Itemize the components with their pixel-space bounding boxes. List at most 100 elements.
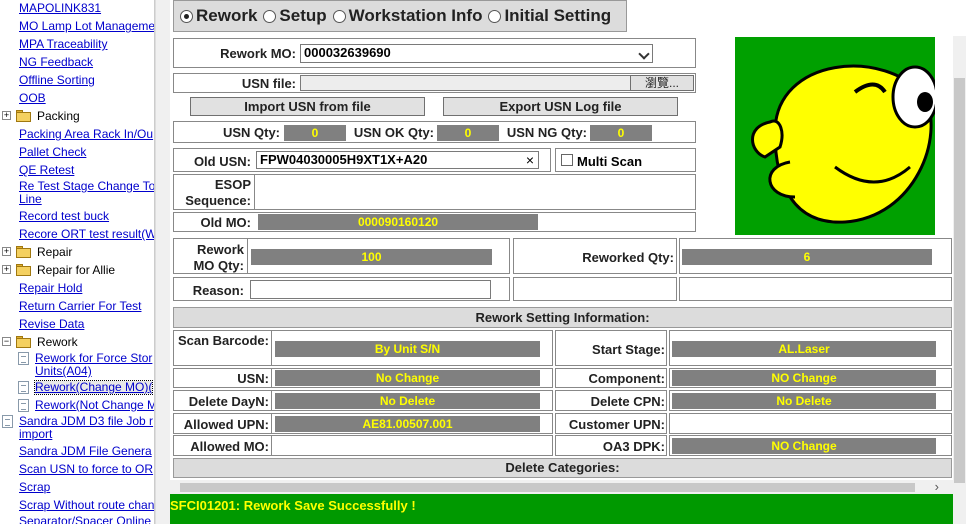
tree-item-mpa-traceability[interactable]: MPA Traceability — [19, 38, 107, 51]
scrollbar-thumb[interactable] — [180, 483, 915, 492]
mode-rework-radio[interactable]: Rework — [180, 6, 257, 26]
tree-folder-label: Rework — [37, 335, 78, 349]
tree-folder-repair[interactable]: + Repair — [0, 246, 154, 260]
tree-link[interactable]: Recore ORT test result(W — [19, 227, 154, 241]
old-mo-row: Old MO: 000090160120 — [173, 212, 696, 232]
radio-icon[interactable] — [332, 9, 346, 23]
multi-scan-checkbox[interactable] — [561, 154, 573, 166]
tree-folder-packing[interactable]: + Packing — [0, 110, 154, 124]
tree-item-sandra-jdm-d3[interactable]: Sandra JDM D3 file Job r import — [0, 415, 154, 443]
mode-workstation-radio[interactable]: Workstation Info — [332, 6, 482, 26]
tree-item-pallet-check[interactable]: Pallet Check — [19, 146, 86, 159]
tree-item-rework-change-mo[interactable]: Rework(Change MO)( — [0, 380, 154, 395]
frame-splitter[interactable] — [155, 0, 170, 524]
tree-link[interactable]: Rework for Force Stor Units(A04) — [35, 352, 154, 378]
mode-selector: Rework Setup Workstation Info Initial Se… — [173, 0, 627, 32]
tree-item-repair-hold[interactable]: Repair Hold — [19, 282, 82, 295]
tree-link[interactable]: Scrap Without route chan — [19, 498, 154, 512]
tree-item-separator-spacer[interactable]: Separator/Spacer Online — [19, 515, 151, 524]
old-usn-input[interactable]: FPW04030005H9XT1X+A20 × — [256, 151, 539, 169]
tree-item-recore-ort[interactable]: Recore ORT test result(W — [19, 227, 154, 241]
rework-mo-select[interactable]: 000032639690 — [300, 44, 653, 63]
tree-link[interactable]: MO Lamp Lot Manageme — [19, 19, 154, 33]
tree-link[interactable]: Scan USN to force to OR — [19, 462, 153, 476]
expand-icon[interactable]: + — [2, 265, 11, 274]
tree-item-ng-feedback[interactable]: NG Feedback — [19, 56, 93, 69]
reason-label: Reason: — [192, 283, 244, 298]
tree-item-scan-usn[interactable]: Scan USN to force to OR — [19, 463, 153, 476]
tree-item-offline-sorting[interactable]: Offline Sorting — [19, 74, 95, 87]
usn-file-label: USN file: — [241, 76, 296, 91]
mode-label: Setup — [279, 6, 327, 25]
tree-item-mapolink831[interactable]: MAPOLINK831 — [19, 2, 101, 15]
tree-item-qe-retest[interactable]: QE Retest — [19, 164, 74, 177]
reworked-qty-value: 6 — [682, 249, 932, 265]
radio-icon[interactable] — [263, 9, 277, 23]
tree-link[interactable]: Rework(Not Change M — [35, 399, 154, 412]
rework-mo-qty-value: 100 — [251, 249, 492, 265]
tree-item-packing-rack[interactable]: Packing Area Rack In/Ou — [19, 128, 153, 141]
tree-item-mo-lamp[interactable]: MO Lamp Lot Manageme — [19, 19, 154, 33]
tree-item-record-test-buck[interactable]: Record test buck — [19, 210, 109, 223]
tree-item-return-carrier[interactable]: Return Carrier For Test — [19, 300, 141, 313]
radio-checked-icon[interactable] — [180, 9, 193, 23]
start-stage-label-cell: Start Stage: — [555, 330, 667, 366]
scroll-right-arrow-icon[interactable]: › — [935, 479, 939, 494]
tree-link[interactable]: MAPOLINK831 — [19, 1, 101, 15]
delete-cpn-value: No Delete — [672, 393, 936, 409]
tree-item-rework-force-store[interactable]: Rework for Force Stor Units(A04) — [0, 352, 154, 380]
tree-link[interactable]: Separator/Spacer Online — [19, 514, 151, 524]
tree-link[interactable]: QE Retest — [19, 163, 74, 177]
tree-link[interactable]: Scrap — [19, 480, 50, 494]
tree-item-scrap[interactable]: Scrap — [19, 481, 50, 494]
allowed-upn-row: Allowed UPN: AE81.00507.001 — [173, 413, 553, 434]
radio-icon[interactable] — [488, 9, 502, 23]
tree-item-scrap-without-route[interactable]: Scrap Without route chan — [19, 499, 154, 512]
tree-item-sandra-jdm-file[interactable]: Sandra JDM File Genera — [19, 445, 152, 458]
import-usn-button[interactable]: Import USN from file — [190, 97, 425, 116]
tree-item-retest-stage[interactable]: Re Test Stage Change To Line — [19, 180, 154, 206]
usn-qty-value: 0 — [284, 125, 346, 141]
allowed-mo-label: Allowed MO: — [190, 439, 269, 454]
tree-link[interactable]: Repair Hold — [19, 281, 82, 295]
expand-icon[interactable]: + — [2, 247, 11, 256]
tree-link[interactable]: Revise Data — [19, 317, 84, 331]
reason-input[interactable] — [250, 280, 491, 299]
expand-icon[interactable]: + — [2, 111, 11, 120]
tree-link[interactable]: Pallet Check — [19, 145, 86, 159]
multi-scan-label: Multi Scan — [577, 154, 643, 169]
delete-cpn-label-cell: Delete CPN: — [555, 390, 667, 411]
chevron-down-icon — [638, 48, 650, 60]
browse-button[interactable]: 瀏覽... — [630, 75, 694, 91]
tree-link[interactable]: Offline Sorting — [19, 73, 95, 87]
mode-setup-radio[interactable]: Setup — [263, 6, 327, 26]
tree-folder-repair-allie[interactable]: + Repair for Allie — [0, 263, 154, 278]
usn-ng-qty-value: 0 — [590, 125, 652, 141]
mode-initial-radio[interactable]: Initial Setting — [488, 6, 611, 26]
tree-folder-label: Repair for Allie — [37, 263, 116, 277]
tree-link[interactable]: NG Feedback — [19, 55, 93, 69]
export-usn-log-button[interactable]: Export USN Log file — [443, 97, 678, 116]
tree-item-rework-not-change-mo[interactable]: Rework(Not Change M — [0, 399, 154, 413]
tree-link[interactable]: Record test buck — [19, 209, 109, 223]
tree-link[interactable]: MPA Traceability — [19, 37, 107, 51]
tree-link[interactable]: Return Carrier For Test — [19, 299, 141, 313]
scrollbar-thumb[interactable] — [954, 78, 965, 483]
tree-link[interactable]: Sandra JDM File Genera — [19, 444, 152, 458]
usn-qty-row: USN Qty: 0 USN OK Qty: 0 USN NG Qty: 0 — [173, 121, 696, 143]
tree-item-oob[interactable]: OOB — [19, 92, 46, 105]
delete-cpn-cell: No Delete — [669, 390, 952, 411]
tree-link[interactable]: Re Test Stage Change To Line — [19, 180, 154, 206]
tree-link[interactable]: Packing Area Rack In/Ou — [19, 127, 153, 141]
old-usn-row: Old USN: FPW04030005H9XT1X+A20 × — [173, 148, 551, 172]
tree-link[interactable]: OOB — [19, 91, 46, 105]
vertical-scrollbar[interactable] — [953, 36, 966, 524]
horizontal-scrollbar[interactable]: › — [170, 479, 953, 494]
tree-folder-rework[interactable]: − Rework — [0, 335, 154, 350]
tree-item-revise-data[interactable]: Revise Data — [19, 318, 84, 331]
clear-icon[interactable]: × — [526, 152, 534, 168]
tree-link-selected[interactable]: Rework(Change MO)( — [33, 380, 154, 395]
collapse-icon[interactable]: − — [2, 337, 11, 346]
tree-link[interactable]: Sandra JDM D3 file Job r import — [19, 415, 154, 441]
folder-open-icon — [16, 336, 32, 348]
